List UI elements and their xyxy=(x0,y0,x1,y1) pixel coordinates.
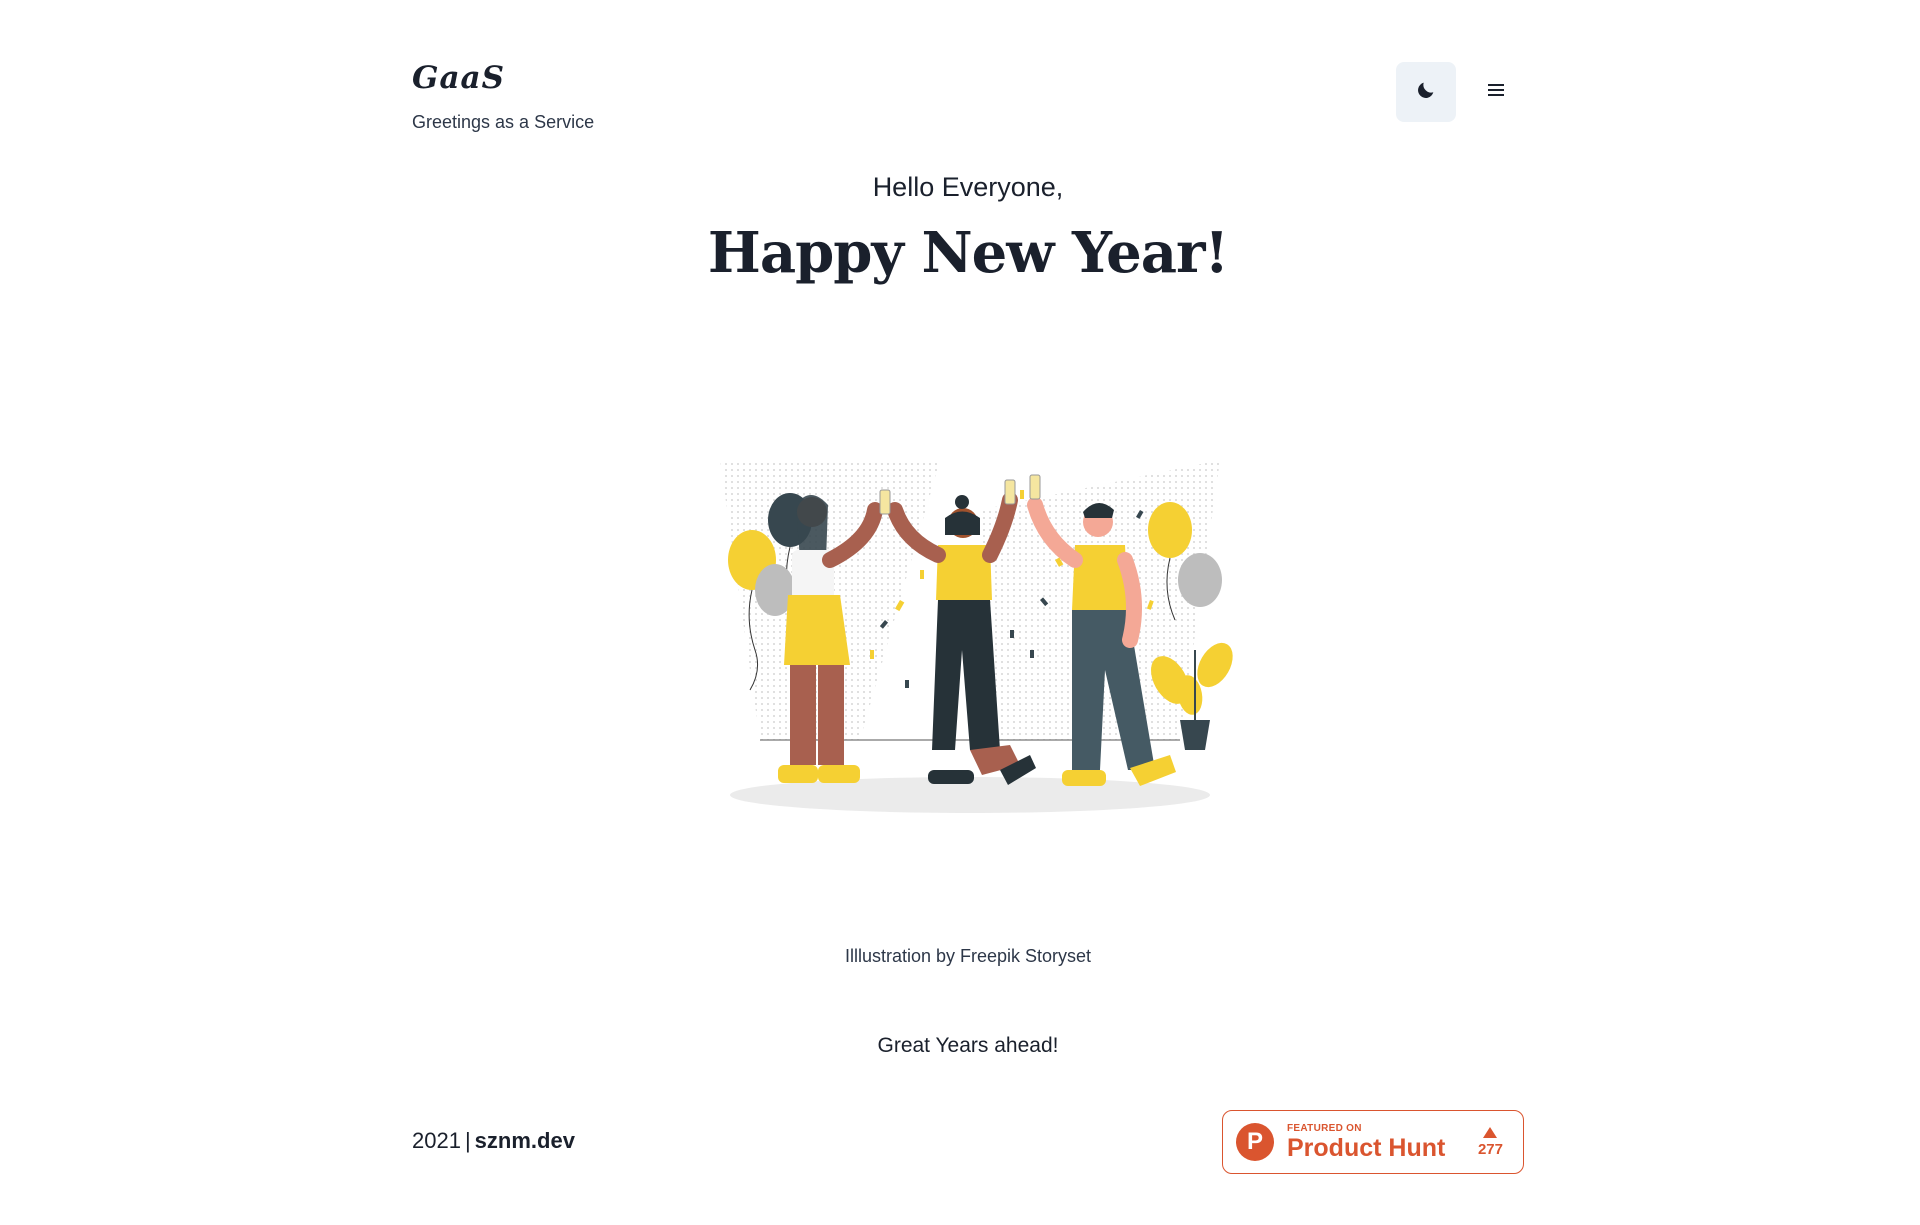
new-year-party-illustration xyxy=(700,450,1240,820)
hamburger-menu-icon xyxy=(1486,82,1506,103)
product-hunt-name: Product Hunt xyxy=(1287,1133,1446,1162)
product-hunt-votes: 277 xyxy=(1477,1126,1503,1158)
brand-tagline: Greetings as a Service xyxy=(412,112,595,132)
upvote-arrow-icon xyxy=(1483,1126,1498,1138)
page: GaaS Greetings as a Service Hello Everyo… xyxy=(0,0,1920,1225)
brand-logo[interactable]: GaaS xyxy=(412,60,594,96)
product-hunt-logo-icon: P xyxy=(1236,1123,1274,1161)
footer-site-link[interactable]: sznm.dev xyxy=(475,1128,575,1153)
footer-copyright: 2021 | sznm.dev xyxy=(412,1128,575,1154)
wish-text: Great Years ahead! xyxy=(877,1034,1059,1057)
footer-separator: | xyxy=(464,1128,471,1153)
product-hunt-logo-letter: P xyxy=(1246,1128,1263,1155)
product-hunt-vote-count: 277 xyxy=(1477,1140,1503,1158)
theme-toggle-button[interactable] xyxy=(1396,62,1456,122)
moon-icon xyxy=(1415,79,1437,106)
brand: GaaS Greetings as a Service xyxy=(412,60,594,133)
footer-year: 2021 xyxy=(412,1128,461,1153)
greeting-text: Hello Everyone, xyxy=(872,172,1064,202)
illustration-credit[interactable]: Illlustration by Freepik Storyset xyxy=(0,946,1920,967)
product-hunt-badge[interactable]: P FEATURED ON Product Hunt 277 xyxy=(1222,1110,1524,1174)
product-hunt-text: FEATURED ON Product Hunt xyxy=(1287,1123,1445,1162)
headline: Happy New Year! xyxy=(707,220,1229,286)
product-hunt-featured-label: FEATURED ON xyxy=(1287,1122,1362,1134)
menu-button[interactable] xyxy=(1466,62,1526,122)
